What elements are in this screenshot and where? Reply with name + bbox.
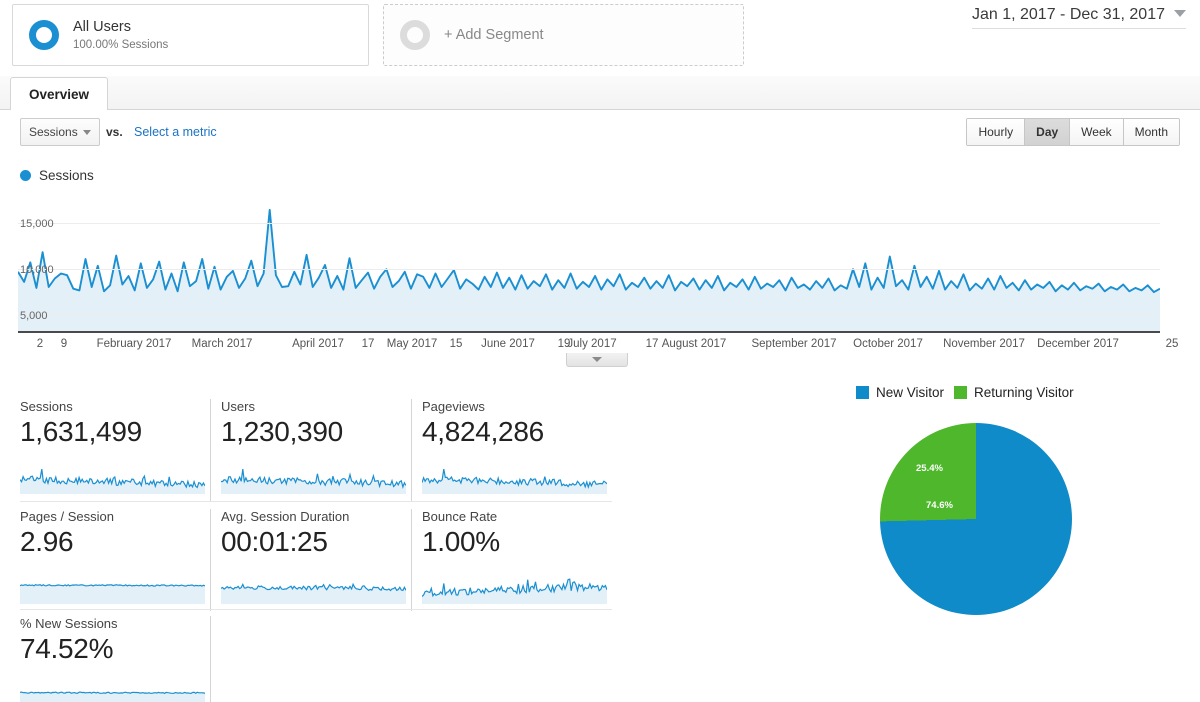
chart-x-tick: April 2017 <box>292 338 344 350</box>
chart-x-tick: March 2017 <box>191 338 253 350</box>
donut-outline-icon <box>400 20 430 50</box>
add-segment-button[interactable]: + Add Segment <box>383 4 744 66</box>
chart-plot-area[interactable]: 15,000 10,000 5,000 <box>17 192 1161 332</box>
chart-x-tick: June 2017 <box>481 338 535 350</box>
legend-dot-icon <box>20 170 31 181</box>
pie-chart[interactable] <box>880 423 1072 615</box>
visitor-type-pie-panel: New Visitor Returning Visitor 74.6% 25.4… <box>760 380 1200 702</box>
metric-card-users[interactable]: Users 1,230,390 <box>221 399 411 494</box>
segment-bar: All Users 100.00% Sessions + Add Segment… <box>0 0 1200 70</box>
metric-sparkline <box>422 468 607 494</box>
tab-strip: Overview <box>0 76 1200 110</box>
chart-x-tick: 15 <box>449 338 463 350</box>
gridline-5000 <box>18 315 1160 316</box>
metric-card-value: 74.52% <box>20 633 114 664</box>
metric-sparkline <box>20 691 205 702</box>
add-segment-label: + Add Segment <box>444 27 544 43</box>
chart-x-tick: September 2017 <box>751 338 837 350</box>
chart-legend: Sessions <box>20 168 94 183</box>
legend-swatch-icon <box>856 386 869 399</box>
metric-select[interactable]: Sessions <box>20 118 100 146</box>
metric-card-value: 1,631,499 <box>20 416 142 447</box>
gridline-15000 <box>18 223 1160 224</box>
ytick-5000: 5,000 <box>20 310 48 322</box>
chart-x-tick: August 2017 <box>661 338 727 350</box>
metric-card-value: 00:01:25 <box>221 526 328 557</box>
metric-select-value: Sessions <box>29 125 78 139</box>
metric-card-pageviews[interactable]: Pageviews 4,824,286 <box>422 399 612 494</box>
metric-sparkline <box>20 583 205 604</box>
chart-x-tick: May 2017 <box>386 338 438 350</box>
metric-cards: Sessions 1,631,499 Users 1,230,390 Pagev… <box>0 395 620 702</box>
metric-card-value: 4,824,286 <box>422 416 544 447</box>
segment-all-users[interactable]: All Users 100.00% Sessions <box>12 4 369 66</box>
select-metric-link[interactable]: Select a metric <box>134 125 217 139</box>
metric-card-avg-session-duration[interactable]: Avg. Session Duration 00:01:25 <box>221 509 411 604</box>
metric-sparkline <box>422 578 607 604</box>
metric-card-pages-per-session[interactable]: Pages / Session 2.96 <box>20 509 210 604</box>
granularity-group: Hourly Day Week Month <box>966 118 1180 146</box>
pie-legend: New Visitor Returning Visitor <box>856 385 1074 400</box>
ytick-15000: 15,000 <box>20 218 54 230</box>
tab-overview[interactable]: Overview <box>10 77 109 110</box>
granularity-week[interactable]: Week <box>1070 119 1124 145</box>
chart-x-tick: December 2017 <box>1037 338 1119 350</box>
donut-icon <box>29 20 59 50</box>
chart-x-axis <box>18 331 1160 333</box>
metric-card-sessions[interactable]: Sessions 1,631,499 <box>20 399 210 494</box>
granularity-hourly[interactable]: Hourly <box>967 119 1026 145</box>
metric-card-label: Bounce Rate <box>422 509 498 524</box>
chart-x-tick: 17 <box>645 338 659 350</box>
pie-legend-returning-visitor[interactable]: Returning Visitor <box>954 385 1074 400</box>
sessions-line-svg <box>17 208 1161 332</box>
chart-x-tick: 2 <box>36 338 44 350</box>
chart-x-tick: November 2017 <box>943 338 1025 350</box>
caret-down-icon <box>1174 10 1186 17</box>
pie-label-new-visitor: 74.6% <box>926 500 953 511</box>
segment-all-users-text: All Users 100.00% Sessions <box>73 18 168 53</box>
vs-label: vs. <box>106 125 123 139</box>
metric-card-value: 1,230,390 <box>221 416 343 447</box>
metric-controls: Sessions vs. Select a metric Hourly Day … <box>0 118 1200 154</box>
pie-legend-new-visitor[interactable]: New Visitor <box>856 385 944 400</box>
pie-legend-label: Returning Visitor <box>974 385 1074 400</box>
metric-card-value: 1.00% <box>422 526 500 557</box>
metric-card-label: % New Sessions <box>20 616 118 631</box>
metric-card-label: Sessions <box>20 399 73 414</box>
metric-card-label: Pageviews <box>422 399 485 414</box>
chevron-down-icon <box>83 129 91 135</box>
metric-card-label: Avg. Session Duration <box>221 509 350 524</box>
date-range-picker[interactable]: Jan 1, 2017 - Dec 31, 2017 <box>971 6 1186 29</box>
granularity-day[interactable]: Day <box>1025 119 1071 145</box>
gridline-10000 <box>18 269 1160 270</box>
metric-card-value: 2.96 <box>20 526 74 557</box>
metric-sparkline <box>221 582 406 604</box>
metric-sparkline <box>20 468 205 494</box>
segment-all-users-title: All Users <box>73 18 132 35</box>
date-range-text: Jan 1, 2017 - Dec 31, 2017 <box>971 6 1165 23</box>
chart-x-tick: October 2017 <box>853 338 923 350</box>
chevron-down-icon <box>592 357 602 362</box>
tab-overview-label: Overview <box>29 86 90 102</box>
metric-card-label: Pages / Session <box>20 509 114 524</box>
granularity-month[interactable]: Month <box>1123 119 1179 145</box>
chart-x-tick: July 2017 <box>567 338 617 350</box>
segment-all-users-subtitle: 100.00% Sessions <box>73 38 169 51</box>
chart-x-tick: February 2017 <box>96 338 172 350</box>
chart-x-tick: 25 <box>1165 338 1179 350</box>
metric-card-percent-new-sessions[interactable]: % New Sessions 74.52% <box>20 616 210 702</box>
chart-x-tick: 17 <box>361 338 375 350</box>
pie-legend-label: New Visitor <box>876 385 945 400</box>
metric-sparkline <box>221 469 406 494</box>
chart-legend-label: Sessions <box>39 168 94 183</box>
metric-card-bounce-rate[interactable]: Bounce Rate 1.00% <box>422 509 612 604</box>
ytick-10000: 10,000 <box>20 264 54 276</box>
pie-label-returning-visitor: 25.4% <box>916 463 943 474</box>
chart-x-tick: 9 <box>60 338 68 350</box>
legend-swatch-icon <box>954 386 968 399</box>
chart-collapse-handle[interactable] <box>566 353 628 367</box>
metric-card-label: Users <box>221 399 255 414</box>
